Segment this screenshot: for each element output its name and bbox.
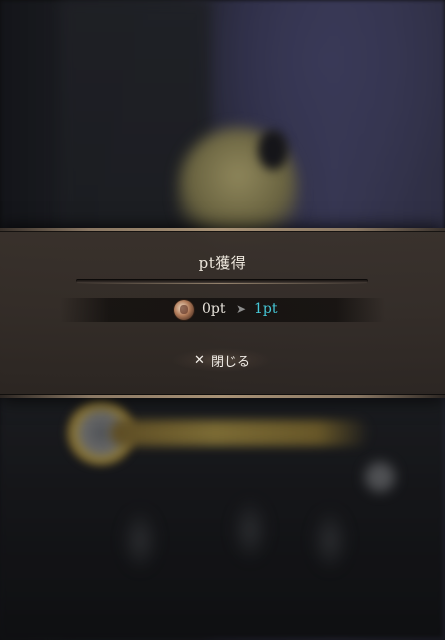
dialog-title: pt獲得 [198,254,247,272]
title-divider [76,279,368,284]
pt-gain-dialog: pt獲得 0pt ➤ 1pt ✕ 閉じる [0,228,445,398]
chevron-right-icon: ➤ [236,302,247,316]
points-row: 0pt ➤ 1pt [60,298,385,322]
close-button-label: 閉じる [210,354,250,370]
close-icon: ✕ [194,352,205,368]
close-button[interactable]: ✕ 閉じる [170,348,274,372]
points-before: 0pt [202,301,226,317]
character-avatar-icon [174,300,194,320]
points-after: 1pt [254,301,278,317]
dialog-bottom-border [0,394,445,395]
dialog-top-border [0,231,445,232]
game-screen: pt獲得 0pt ➤ 1pt ✕ 閉じる [0,0,445,640]
